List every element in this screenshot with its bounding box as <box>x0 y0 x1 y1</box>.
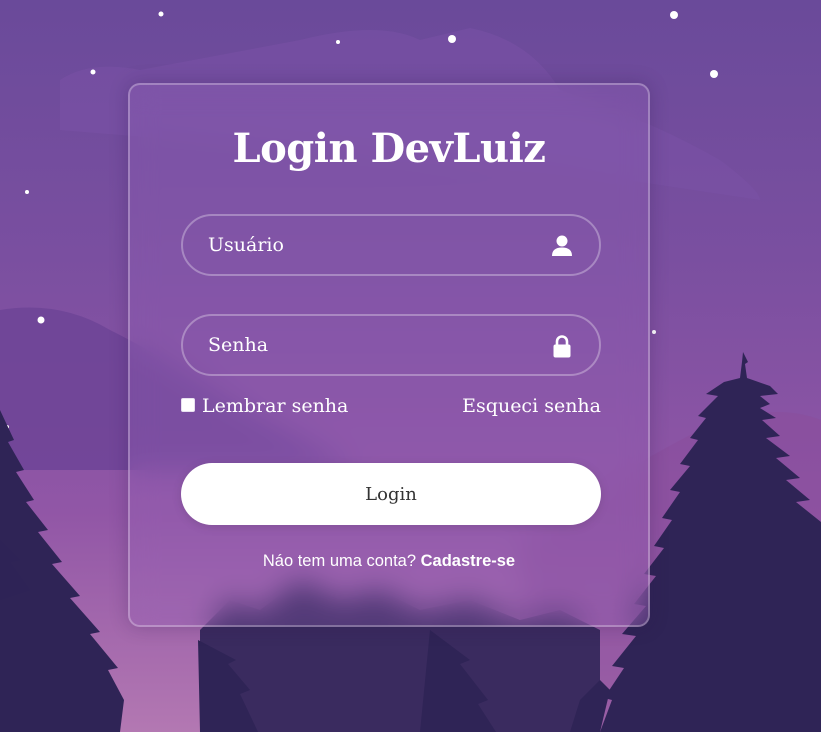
remember-label: Lembrar senha <box>202 395 349 417</box>
signup-link[interactable]: Cadastre-se <box>421 552 515 570</box>
login-card: Login DevLuiz Lembrar senha Esqueci senh… <box>128 83 650 627</box>
forgot-password-link[interactable]: Esqueci senha <box>462 395 601 417</box>
signup-row: Náo tem uma conta? Cadastre-se <box>130 552 648 571</box>
lock-icon <box>553 335 571 358</box>
password-input[interactable] <box>183 316 599 374</box>
username-field[interactable] <box>181 214 601 276</box>
checkbox-box[interactable] <box>181 398 195 412</box>
signup-prompt: Náo tem uma conta? <box>262 552 417 570</box>
login-button[interactable]: Login <box>181 463 601 525</box>
remember-checkbox[interactable]: Lembrar senha <box>181 395 348 417</box>
login-page: Login DevLuiz Lembrar senha Esqueci senh… <box>0 0 821 732</box>
user-icon <box>552 235 572 256</box>
password-field[interactable] <box>181 314 601 376</box>
options-row: Lembrar senha Esqueci senha <box>181 395 601 419</box>
login-title: Login DevLuiz <box>232 125 546 172</box>
username-input[interactable] <box>183 216 599 274</box>
